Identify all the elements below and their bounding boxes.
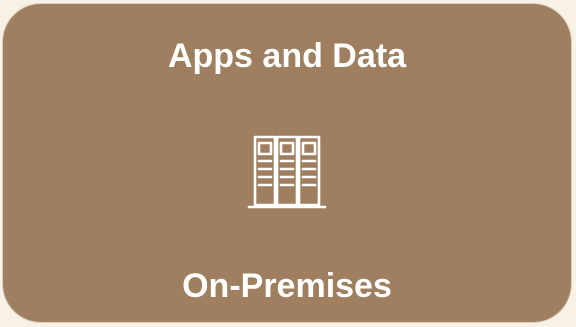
server-rack-icon: [241, 131, 333, 211]
card-subtitle: On-Premises: [182, 267, 392, 305]
card-title: Apps and Data: [167, 37, 407, 75]
apps-and-data-card: Apps and Data On-Premises: [3, 4, 571, 322]
